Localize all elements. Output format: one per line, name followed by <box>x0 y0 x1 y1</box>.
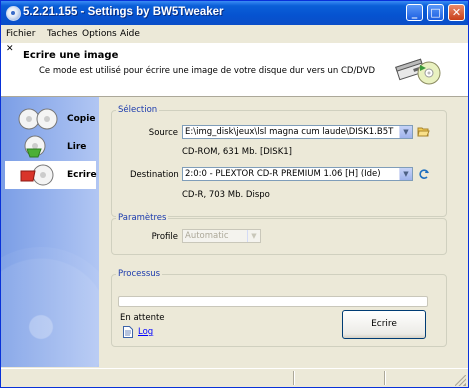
log-document-icon[interactable] <box>123 326 133 338</box>
profile-combo[interactable]: Automatic ▼ <box>182 229 261 243</box>
resize-grip[interactable] <box>455 375 466 386</box>
chevron-down-icon[interactable]: ▼ <box>247 230 260 242</box>
copy-discs-icon <box>18 108 58 130</box>
maximize-button[interactable]: □ <box>427 4 444 21</box>
collapse-header-icon[interactable]: ✕ <box>6 44 14 54</box>
sidebar-item-lire[interactable]: Lire <box>5 133 96 161</box>
sidebar-item-label: Ecrire <box>67 170 97 180</box>
write-disc-icon <box>20 164 54 186</box>
close-button[interactable]: ✕ <box>448 4 465 21</box>
menu-taches[interactable]: Taches <box>47 29 77 39</box>
group-title: Paramètres <box>116 213 169 223</box>
refresh-icon[interactable] <box>418 168 430 180</box>
minimize-button[interactable]: _ <box>406 4 423 21</box>
write-button[interactable]: Ecrire <box>342 310 426 339</box>
sidebar: Copie Lire Ecrire <box>1 97 99 367</box>
chevron-down-icon[interactable]: ▼ <box>399 126 412 138</box>
title-bar[interactable]: 5.2.21.155 - Settings by BW5Tweaker _ □ … <box>1 1 468 25</box>
source-combo[interactable]: E:\img_disk\jeux\lsl magna cum laude\DIS… <box>182 125 413 139</box>
source-value: E:\img_disk\jeux\lsl magna cum laude\DIS… <box>185 127 394 137</box>
sidebar-item-copie[interactable]: Copie <box>5 105 96 133</box>
source-info: CD-ROM, 631 Mb. [DISK1] <box>182 147 293 157</box>
profile-label: Profile <box>151 232 178 242</box>
main-window: 5.2.21.155 - Settings by BW5Tweaker _ □ … <box>0 0 469 388</box>
profile-value: Automatic <box>185 231 229 241</box>
sidebar-item-label: Lire <box>67 142 87 152</box>
menu-fichier[interactable]: Fichier <box>6 29 35 39</box>
source-label: Source <box>148 128 178 138</box>
parameters-group: Paramètres Profile Automatic ▼ <box>111 213 447 255</box>
process-group: Processus En attente Log Ecrire <box>111 269 447 347</box>
log-link[interactable]: Log <box>138 327 153 337</box>
sidebar-decoration <box>1 247 99 367</box>
status-divider <box>384 371 385 385</box>
destination-label: Destination <box>130 170 179 180</box>
destination-value: 2:0:0 - PLEXTOR CD-R PREMIUM 1.06 [H] (I… <box>185 169 381 179</box>
group-title: Processus <box>116 269 163 279</box>
app-disc-icon[interactable] <box>6 6 21 21</box>
read-disc-icon <box>24 135 46 158</box>
status-bar <box>1 368 468 387</box>
destination-info: CD-R, 703 Mb. Dispo <box>182 190 270 200</box>
status-divider <box>293 371 294 385</box>
chevron-down-icon[interactable]: ▼ <box>399 168 412 180</box>
write-image-icon <box>395 58 441 85</box>
window-title: 5.2.21.155 - Settings by BW5Tweaker <box>23 6 224 18</box>
main-content: Sélection Source E:\img_disk\jeux\lsl ma… <box>101 97 465 367</box>
menu-options[interactable]: Options <box>82 29 117 39</box>
menu-aide[interactable]: Aide <box>120 29 140 39</box>
sidebar-item-label: Copie <box>67 114 96 124</box>
status-text: En attente <box>120 313 165 323</box>
header-description: Ce mode est utilisé pour écrire une imag… <box>39 66 376 76</box>
progress-bar <box>118 296 428 307</box>
group-title: Sélection <box>116 105 160 115</box>
folder-open-icon[interactable] <box>417 125 430 137</box>
header-panel: ✕ Ecrire une image Ce mode est utilisé p… <box>1 43 468 97</box>
selection-group: Sélection Source E:\img_disk\jeux\lsl ma… <box>111 105 447 217</box>
header-title: Ecrire une image <box>23 50 119 61</box>
destination-combo[interactable]: 2:0:0 - PLEXTOR CD-R PREMIUM 1.06 [H] (I… <box>182 167 413 181</box>
menu-bar: Fichier Taches Options Aide <box>1 25 468 43</box>
sidebar-item-ecrire[interactable]: Ecrire <box>5 161 97 189</box>
